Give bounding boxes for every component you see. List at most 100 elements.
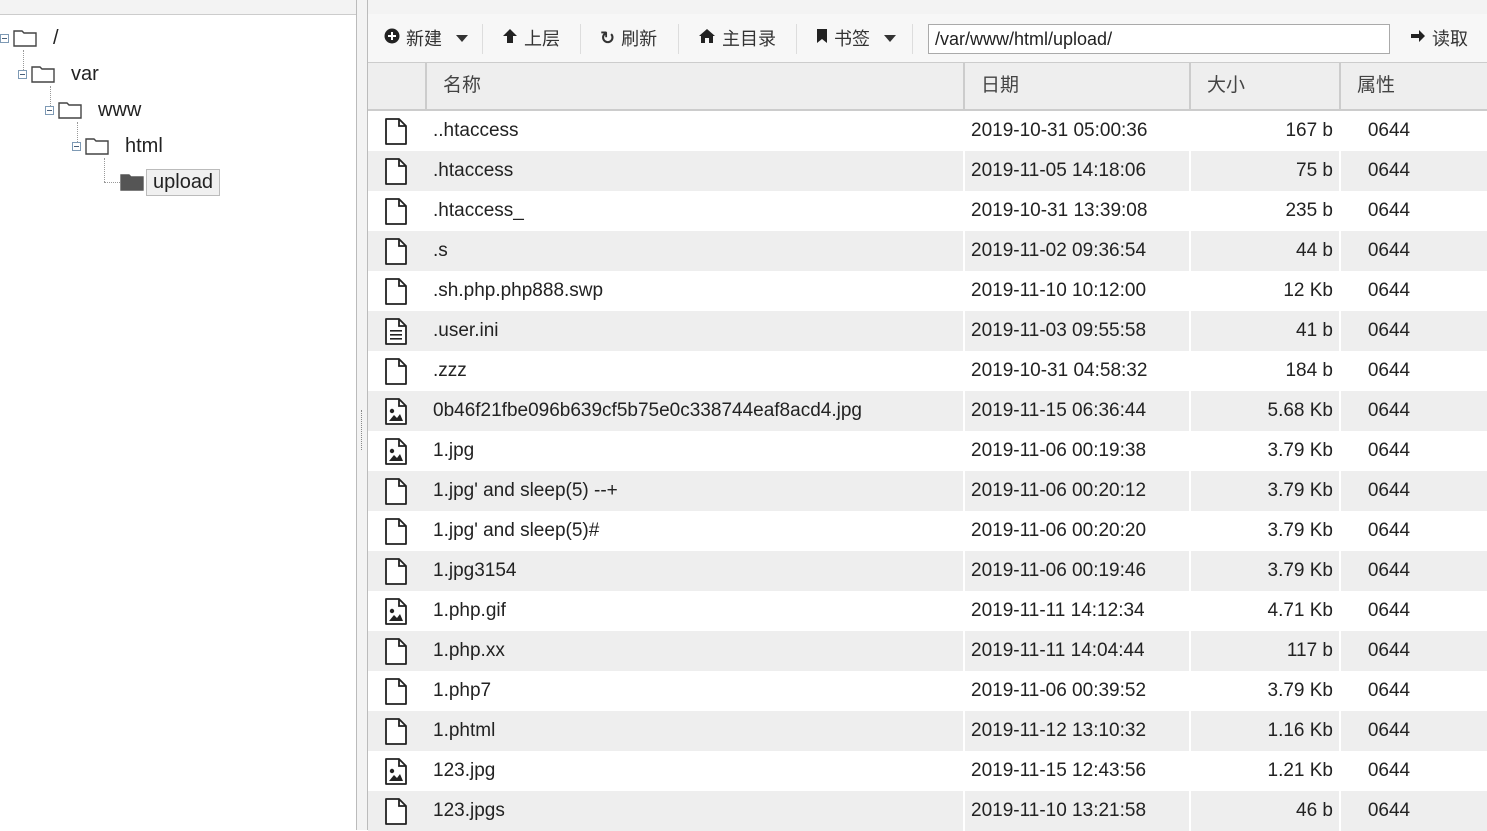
- file-date: 2019-11-11 14:04:44: [963, 631, 1189, 671]
- file-date: 2019-10-31 05:00:36: [963, 111, 1189, 151]
- column-header-perm[interactable]: 属性: [1339, 63, 1487, 109]
- file-permissions: 0644: [1339, 151, 1487, 191]
- file-size: 5.68 Kb: [1189, 391, 1339, 431]
- file-icon: [384, 798, 408, 825]
- file-date: 2019-11-06 00:19:46: [963, 551, 1189, 591]
- file-name[interactable]: .htaccess: [433, 151, 963, 191]
- file-permissions: 0644: [1339, 791, 1487, 831]
- file-size: 3.79 Kb: [1189, 671, 1339, 711]
- image-file-icon: [384, 398, 408, 425]
- image-file-icon: [384, 598, 408, 625]
- table-row[interactable]: .s 2019-11-02 09:36:54 44 b 0644: [368, 231, 1487, 271]
- file-size: 4.71 Kb: [1189, 591, 1339, 631]
- column-header-date[interactable]: 日期: [963, 63, 1189, 109]
- table-row[interactable]: 1.jpg' and sleep(5) --+ 2019-11-06 00:20:…: [368, 471, 1487, 511]
- table-row[interactable]: 1.php.gif 2019-11-11 14:12:34 4.71 Kb 0644: [368, 591, 1487, 631]
- table-row[interactable]: ..htaccess 2019-10-31 05:00:36 167 b 0644: [368, 111, 1487, 151]
- folder-icon: [58, 101, 82, 119]
- file-name[interactable]: ..htaccess: [433, 111, 963, 151]
- file-permissions: 0644: [1339, 231, 1487, 271]
- file-size: 46 b: [1189, 791, 1339, 831]
- toolbar-divider: [678, 24, 679, 54]
- bookmark-button[interactable]: 书签: [816, 14, 896, 62]
- file-name[interactable]: 1.jpg' and sleep(5) --+: [433, 471, 963, 511]
- collapse-icon[interactable]: [18, 69, 27, 79]
- new-button[interactable]: 新建: [384, 14, 468, 62]
- file-date: 2019-11-02 09:36:54: [963, 231, 1189, 271]
- table-row[interactable]: 0b46f21fbe096b639cf5b75e0c338744eaf8acd4…: [368, 391, 1487, 431]
- file-name[interactable]: .zzz: [433, 351, 963, 391]
- file-name[interactable]: 1.php.xx: [433, 631, 963, 671]
- file-list-panel: 新建 上层 ↻ 刷新 主目录 书签 /var/www/html/upload/ …: [368, 0, 1487, 831]
- up-level-button[interactable]: 上层: [502, 14, 560, 62]
- file-date: 2019-11-06 00:20:20: [963, 511, 1189, 551]
- tree-node-www[interactable]: www: [45, 95, 147, 125]
- file-name[interactable]: 1.php7: [433, 671, 963, 711]
- tree-node-html[interactable]: html: [72, 131, 169, 161]
- collapse-icon[interactable]: [72, 141, 81, 151]
- tree-node-var[interactable]: var: [18, 59, 105, 89]
- tree-connector: [104, 182, 120, 183]
- column-header-name[interactable]: 名称: [425, 63, 963, 109]
- read-button[interactable]: 读取: [1410, 14, 1468, 62]
- file-permissions: 0644: [1339, 351, 1487, 391]
- panel-splitter[interactable]: [356, 0, 368, 830]
- file-name[interactable]: 1.jpg: [433, 431, 963, 471]
- file-permissions: 0644: [1339, 591, 1487, 631]
- file-name[interactable]: 123.jpg: [433, 751, 963, 791]
- file-name[interactable]: 1.phtml: [433, 711, 963, 751]
- tree-label: upload: [146, 168, 221, 196]
- file-name[interactable]: .user.ini: [433, 311, 963, 351]
- table-row[interactable]: 123.jpg 2019-11-15 12:43:56 1.21 Kb 0644: [368, 751, 1487, 791]
- image-file-icon: [384, 438, 408, 465]
- table-row[interactable]: .zzz 2019-10-31 04:58:32 184 b 0644: [368, 351, 1487, 391]
- file-icon: [384, 118, 408, 145]
- tree-node-upload[interactable]: upload: [120, 167, 221, 197]
- file-permissions: 0644: [1339, 711, 1487, 751]
- table-row[interactable]: 1.jpg' and sleep(5)# 2019-11-06 00:20:20 3…: [368, 511, 1487, 551]
- column-header-size[interactable]: 大小: [1189, 63, 1339, 109]
- table-row[interactable]: 1.php7 2019-11-06 00:39:52 3.79 Kb 0644: [368, 671, 1487, 711]
- refresh-button[interactable]: ↻ 刷新: [600, 14, 657, 62]
- chevron-down-icon: [884, 34, 896, 42]
- collapse-icon[interactable]: [0, 33, 9, 43]
- tree-node-root[interactable]: /: [0, 23, 65, 53]
- home-dir-button[interactable]: 主目录: [698, 14, 776, 62]
- splitter-grip[interactable]: [361, 410, 364, 450]
- table-row[interactable]: 1.jpg 2019-11-06 00:19:38 3.79 Kb 0644: [368, 431, 1487, 471]
- file-name[interactable]: 0b46f21fbe096b639cf5b75e0c338744eaf8acd4…: [433, 391, 963, 431]
- file-size: 1.16 Kb: [1189, 711, 1339, 751]
- file-name[interactable]: 123.jpgs: [433, 791, 963, 831]
- image-file-icon: [384, 758, 408, 785]
- file-permissions: 0644: [1339, 551, 1487, 591]
- file-name[interactable]: 1.jpg3154: [433, 551, 963, 591]
- table-row[interactable]: 123.jpgs 2019-11-10 13:21:58 46 b 0644: [368, 791, 1487, 831]
- file-size: 167 b: [1189, 111, 1339, 151]
- file-date: 2019-11-11 14:12:34: [963, 591, 1189, 631]
- table-row[interactable]: .user.ini 2019-11-03 09:55:58 41 b 0644: [368, 311, 1487, 351]
- arrow-right-icon: [1410, 28, 1426, 49]
- table-row[interactable]: 1.jpg3154 2019-11-06 00:19:46 3.79 Kb 0644: [368, 551, 1487, 591]
- file-name[interactable]: .sh.php.php888.swp: [433, 271, 963, 311]
- file-permissions: 0644: [1339, 671, 1487, 711]
- file-name[interactable]: 1.php.gif: [433, 591, 963, 631]
- refresh-label: 刷新: [621, 29, 658, 49]
- file-size: 44 b: [1189, 231, 1339, 271]
- file-permissions: 0644: [1339, 271, 1487, 311]
- file-name[interactable]: 1.jpg' and sleep(5)#: [433, 511, 963, 551]
- collapse-icon[interactable]: [45, 105, 54, 115]
- file-icon: [384, 718, 408, 745]
- file-date: 2019-11-15 12:43:56: [963, 751, 1189, 791]
- table-row[interactable]: .htaccess_ 2019-10-31 13:39:08 235 b 0644: [368, 191, 1487, 231]
- table-row[interactable]: .htaccess 2019-11-05 14:18:06 75 b 0644: [368, 151, 1487, 191]
- table-row[interactable]: 1.php.xx 2019-11-11 14:04:44 117 b 0644: [368, 631, 1487, 671]
- read-label: 读取: [1432, 29, 1468, 49]
- file-icon: [384, 238, 408, 265]
- refresh-icon: ↻: [600, 27, 616, 48]
- file-size: 3.79 Kb: [1189, 431, 1339, 471]
- file-name[interactable]: .s: [433, 231, 963, 271]
- table-row[interactable]: 1.phtml 2019-11-12 13:10:32 1.16 Kb 0644: [368, 711, 1487, 751]
- path-input[interactable]: [928, 24, 1390, 54]
- file-name[interactable]: .htaccess_: [433, 191, 963, 231]
- table-row[interactable]: .sh.php.php888.swp 2019-11-10 10:12:00 12 …: [368, 271, 1487, 311]
